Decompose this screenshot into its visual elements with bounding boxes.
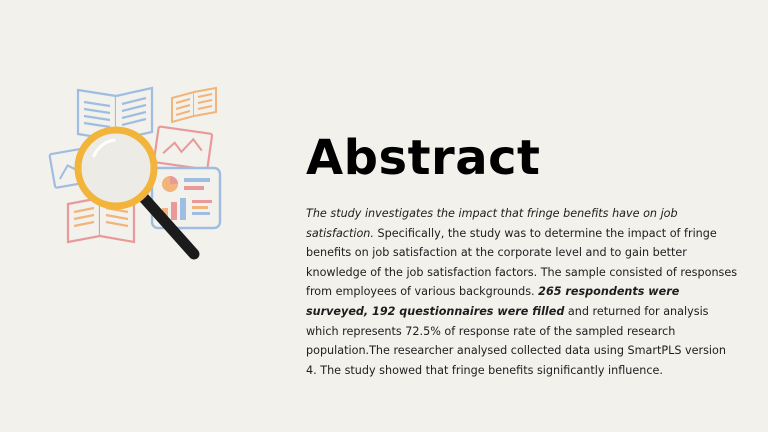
- slide-title: Abstract: [306, 130, 541, 186]
- open-book-small-icon: [171, 86, 217, 124]
- abstract-paragraph: The study investigates the impact that f…: [306, 204, 740, 380]
- abstract-slide: Abstract The study investigates the impa…: [0, 0, 768, 432]
- line-chart-card-icon: [152, 125, 214, 171]
- research-magnifier-icon: [48, 86, 222, 260]
